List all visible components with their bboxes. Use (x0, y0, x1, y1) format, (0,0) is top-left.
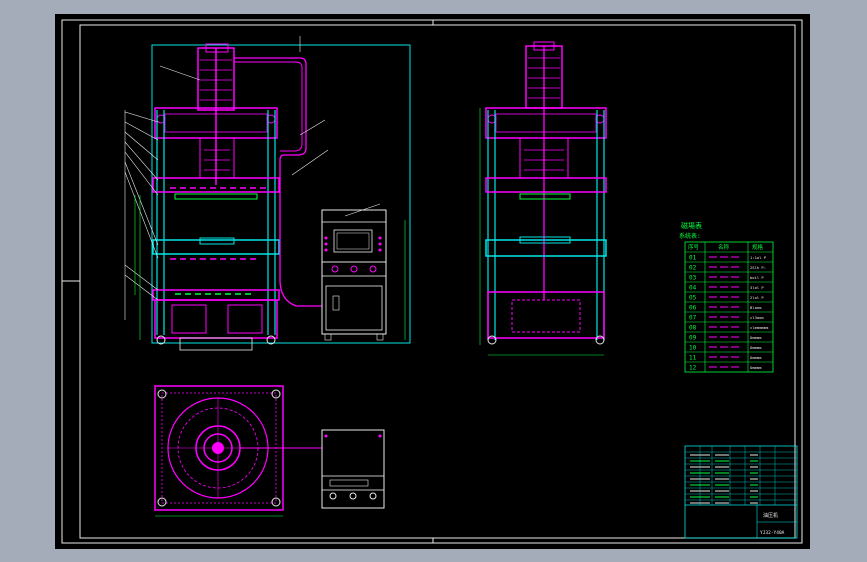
legend-row-spec: Ommmm (750, 365, 762, 370)
title-block-label-a: 油压机 (763, 512, 778, 519)
legend-header-name: 名称 (718, 243, 730, 251)
legend-header-spec: 规格 (752, 243, 764, 251)
legend-row-spec: Ommmm (750, 345, 762, 350)
legend-row-spec: 1:1ol P (750, 255, 767, 260)
legend-row-spec: 3lol P (750, 285, 764, 290)
legend-row-spec: 2Slh P: (750, 265, 766, 270)
legend-row-spec: cl3aom (750, 315, 764, 320)
legend-row-no: 11 (689, 355, 697, 362)
legend-row-spec: Blaom (750, 305, 762, 310)
cad-drawing-sheet: 磁場表 系统表: 序号 名称 规格 01 1:1ol P 02 2Slh P: 03 bo… (55, 14, 810, 549)
legend-row-no: 02 (689, 265, 697, 272)
legend-row-spec: boil P (750, 275, 764, 280)
legend-row-no: 12 (689, 365, 697, 372)
legend-row-no: 07 (689, 315, 697, 322)
legend-row-no: 05 (689, 295, 697, 302)
legend-row-spec: Ommmm (750, 335, 762, 340)
legend-row-no: 08 (689, 325, 697, 332)
legend-row-no: 01 (689, 255, 697, 262)
legend-row-no: 04 (689, 285, 697, 292)
legend-subtitle: 系统表: (679, 232, 701, 240)
legend-row-no: 06 (689, 305, 697, 312)
legend-row-no: 03 (689, 275, 697, 282)
legend-row-spec: 2lol P (750, 295, 764, 300)
legend-row-spec: Ommmm (750, 355, 762, 360)
title-block-label-b: YJ32-Y40A (760, 530, 785, 536)
legend-row-no: 10 (689, 345, 697, 352)
drawing-background (55, 14, 810, 549)
legend-title: 磁場表 (681, 221, 702, 230)
legend-header-no: 序号 (688, 243, 700, 251)
legend-row-spec: clmmmmmm (750, 325, 769, 330)
legend-row-no: 09 (689, 335, 697, 342)
